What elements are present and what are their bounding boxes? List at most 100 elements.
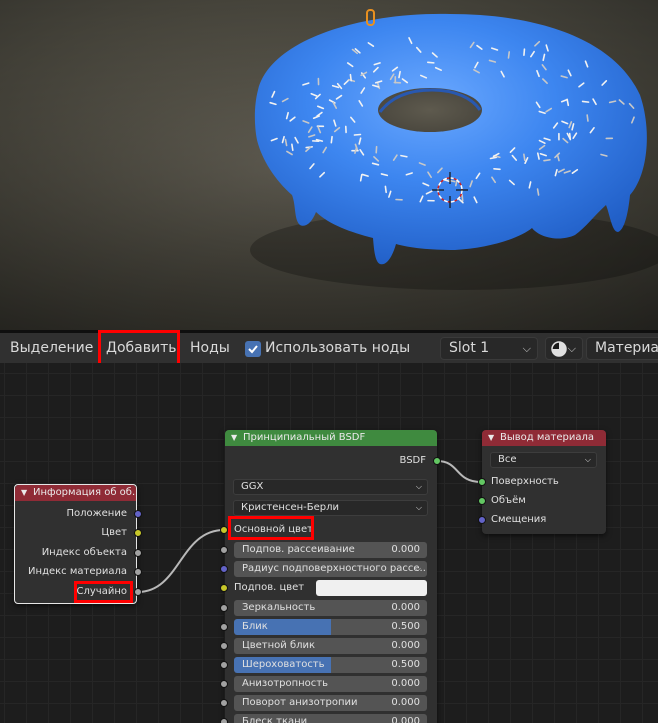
socket-material-index[interactable] bbox=[134, 568, 142, 576]
roughness-label: Шероховатость bbox=[242, 659, 325, 670]
socket-object-index[interactable] bbox=[134, 549, 142, 557]
specular-label: Зеркальность bbox=[242, 602, 316, 613]
menu-add[interactable]: Добавить bbox=[106, 333, 176, 363]
specular-value: 0.000 bbox=[391, 602, 420, 613]
sprinkle bbox=[586, 114, 589, 122]
socket-anisotropic-rotation[interactable] bbox=[220, 699, 228, 707]
use-nodes-checkbox[interactable] bbox=[245, 341, 261, 357]
anisotropic-label: Анизотропность bbox=[242, 678, 329, 689]
socket-base-color[interactable] bbox=[220, 526, 228, 534]
sprinkle bbox=[493, 167, 501, 171]
output-material-index-label: Индекс материала bbox=[28, 566, 127, 577]
material-label: Материал bbox=[595, 340, 658, 356]
object-info-header[interactable]: ▼ Информация об об... bbox=[15, 485, 136, 501]
checkmark-icon bbox=[248, 345, 258, 354]
input-surface-label: Поверхность bbox=[491, 476, 559, 487]
use-nodes-label[interactable]: Использовать ноды bbox=[265, 333, 410, 363]
chevron-down-icon: ⌵ bbox=[415, 482, 422, 491]
subsurface-color-label: Подпов. цвет bbox=[234, 582, 305, 593]
material-sphere-icon bbox=[551, 341, 567, 357]
socket-position[interactable] bbox=[134, 510, 142, 518]
slot-value: Slot 1 bbox=[449, 340, 490, 356]
socket-specular-tint[interactable] bbox=[220, 642, 228, 650]
anisotropic-value: 0.000 bbox=[391, 678, 420, 689]
socket-subsurface[interactable] bbox=[220, 546, 228, 554]
random-highlight bbox=[74, 581, 133, 603]
subsurface-radius-label: Радиус подповерхностного рассе... bbox=[242, 563, 427, 574]
sprinkle bbox=[400, 154, 408, 158]
chevron-down-icon: ⌵ bbox=[414, 564, 421, 573]
chevron-down-icon: ⌵ bbox=[522, 342, 531, 355]
roughness-value: 0.500 bbox=[391, 659, 420, 670]
output-target-value: Все bbox=[498, 454, 517, 465]
chevron-down-icon: ⌵ bbox=[415, 503, 422, 512]
sprinkle bbox=[581, 100, 590, 103]
collapse-triangle-icon: ▼ bbox=[488, 433, 495, 442]
socket-displacement[interactable] bbox=[478, 516, 486, 524]
output-position-label: Положение bbox=[66, 508, 128, 519]
bsdf-header[interactable]: ▼ Принципиальный BSDF bbox=[225, 430, 437, 446]
output-target-dropdown[interactable]: Все ⌵ bbox=[490, 452, 597, 468]
sprinkle bbox=[507, 51, 511, 59]
material-browse-dropdown[interactable]: ⌵ bbox=[545, 337, 583, 360]
sheen-label: Блеск ткани bbox=[242, 716, 308, 723]
specular-slider[interactable]: Зеркальность 0.000 bbox=[234, 600, 427, 616]
socket-surface[interactable] bbox=[478, 478, 486, 486]
anisotropic-rotation-slider[interactable]: Поворот анизотропии 0.000 bbox=[234, 695, 427, 711]
3d-viewport[interactable] bbox=[0, 0, 658, 330]
socket-color[interactable] bbox=[134, 529, 142, 537]
socket-volume[interactable] bbox=[478, 497, 486, 505]
blender-window: Выделение Добавить Ноды Использовать нод… bbox=[0, 0, 658, 723]
sprinkle bbox=[461, 194, 464, 202]
socket-sheen[interactable] bbox=[220, 718, 228, 723]
input-volume-label: Объём bbox=[491, 495, 526, 506]
sprinkle bbox=[353, 133, 362, 136]
sprinkle bbox=[536, 188, 540, 196]
sprinkle bbox=[291, 143, 294, 152]
subsurface-value: 0.000 bbox=[391, 544, 420, 555]
sprinkle bbox=[523, 48, 526, 57]
output-object-index-label: Индекс объекта bbox=[41, 547, 127, 558]
socket-sheen-highlight[interactable] bbox=[220, 623, 228, 631]
sheen-highlight-slider[interactable]: Блик 0.500 bbox=[234, 619, 427, 635]
output-node-header[interactable]: ▼ Вывод материала bbox=[482, 430, 606, 446]
socket-subsurface-radius[interactable] bbox=[220, 565, 228, 573]
sprinkle bbox=[427, 61, 435, 64]
anisotropic-rotation-label: Поворот анизотропии bbox=[242, 697, 358, 708]
roughness-slider[interactable]: Шероховатость 0.500 bbox=[234, 657, 427, 673]
chevron-down-icon: ⌵ bbox=[567, 342, 576, 355]
slot-dropdown[interactable]: Slot 1 ⌵ bbox=[440, 337, 538, 360]
subsurface-color-swatch[interactable] bbox=[316, 580, 427, 596]
input-displacement-label: Смещения bbox=[491, 514, 547, 525]
socket-specular[interactable] bbox=[220, 604, 228, 612]
subsurface-radius-field[interactable]: Радиус подповерхностного рассе... ⌵ bbox=[234, 561, 427, 577]
distribution-value: GGX bbox=[241, 481, 264, 492]
subsurface-label: Подпов. рассеивание bbox=[242, 544, 355, 555]
menu-select[interactable]: Выделение bbox=[10, 333, 93, 363]
collapse-triangle-icon: ▼ bbox=[231, 433, 238, 442]
socket-roughness[interactable] bbox=[220, 661, 228, 669]
sheen-slider[interactable]: Блеск ткани 0.000 bbox=[234, 714, 427, 723]
distribution-dropdown[interactable]: GGX ⌵ bbox=[233, 479, 428, 495]
sheen-highlight-value: 0.500 bbox=[391, 621, 420, 632]
output-color-label: Цвет bbox=[101, 527, 127, 538]
subsurface-method-value: Кристенсен-Берли bbox=[241, 502, 340, 513]
socket-anisotropic[interactable] bbox=[220, 680, 228, 688]
socket-random[interactable] bbox=[134, 588, 142, 596]
sprinkle bbox=[398, 70, 401, 79]
subsurface-method-dropdown[interactable]: Кристенсен-Берли ⌵ bbox=[233, 500, 428, 516]
menu-nodes[interactable]: Ноды bbox=[190, 333, 230, 363]
anisotropic-slider[interactable]: Анизотропность 0.000 bbox=[234, 676, 427, 692]
socket-bsdf-out[interactable] bbox=[433, 457, 441, 465]
bsdf-output-label: BSDF bbox=[399, 455, 426, 466]
sprinkle bbox=[384, 185, 387, 194]
collapse-triangle-icon: ▼ bbox=[21, 488, 28, 497]
material-name-field[interactable]: Материал bbox=[586, 337, 658, 360]
sprinkle bbox=[330, 135, 333, 144]
specular-tint-value: 0.000 bbox=[391, 640, 420, 651]
sprinkle bbox=[489, 156, 498, 160]
sheen-highlight-label: Блик bbox=[242, 621, 268, 632]
specular-tint-slider[interactable]: Цветной блик 0.000 bbox=[234, 638, 427, 654]
subsurface-slider[interactable]: Подпов. рассеивание 0.000 bbox=[234, 542, 427, 558]
socket-subsurface-color[interactable] bbox=[220, 584, 228, 592]
